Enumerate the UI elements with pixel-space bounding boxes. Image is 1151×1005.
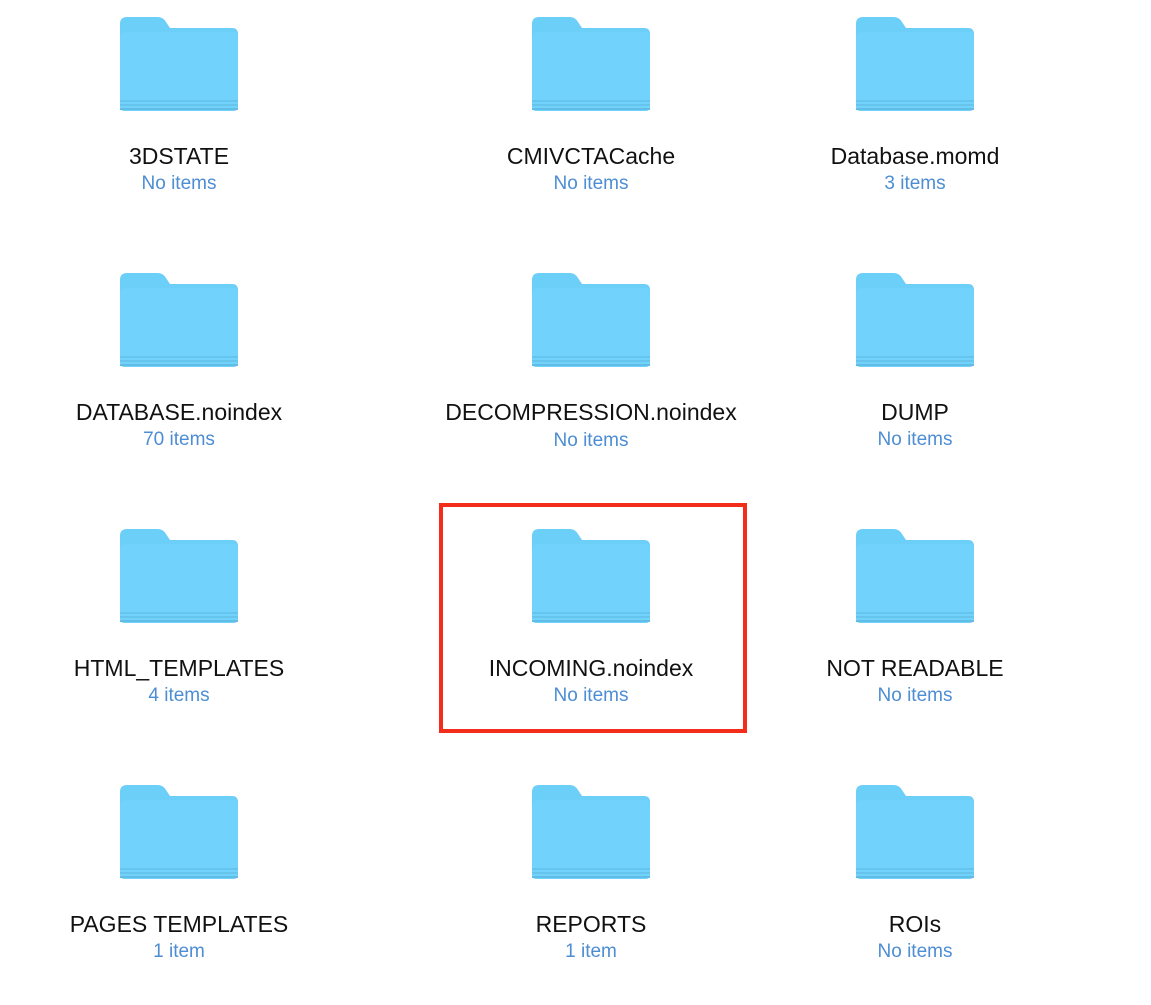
folder-icon — [856, 17, 974, 111]
folder-name: 3DSTATE — [128, 143, 230, 169]
finder-icon-grid: 3DSTATE No items CMIVCTACache No items D… — [0, 0, 1151, 1005]
folder-caption: HTML_TEMPLATES 4 items — [14, 653, 344, 709]
folder-item-dump[interactable]: DUMP No items — [824, 256, 1151, 512]
folder-item-cmivctacache[interactable]: CMIVCTACache No items — [412, 0, 824, 256]
folder-name: Database.momd — [830, 143, 1000, 169]
folder-item-html-templates[interactable]: HTML_TEMPLATES 4 items — [0, 512, 412, 768]
folder-item-count: 3 items — [884, 173, 946, 194]
folder-icon — [856, 785, 974, 879]
folder-icon — [532, 529, 650, 623]
folder-name: ROIs — [888, 911, 942, 937]
folder-name: DECOMPRESSION.noindex — [445, 399, 737, 425]
folder-icon — [532, 273, 650, 367]
folder-item-database-momd[interactable]: Database.momd 3 items — [824, 0, 1151, 256]
folder-item-count: 1 item — [565, 941, 617, 962]
folder-item-decompression-noindex[interactable]: DECOMPRESSION.noindex No items — [412, 256, 824, 512]
folder-item-pages-templates[interactable]: PAGES TEMPLATES 1 item — [0, 768, 412, 1005]
folder-item-count: No items — [877, 941, 953, 962]
folder-item-count: No items — [553, 173, 629, 194]
folder-item-count: 70 items — [143, 429, 215, 450]
folder-icon — [120, 785, 238, 879]
folder-name: DATABASE.noindex — [75, 399, 283, 425]
folder-icon — [856, 529, 974, 623]
folder-item-count: No items — [877, 685, 953, 706]
folder-caption: DUMP No items — [750, 397, 1080, 453]
folder-caption: PAGES TEMPLATES 1 item — [14, 909, 344, 965]
folder-caption: 3DSTATE No items — [14, 141, 344, 197]
folder-item-not-readable[interactable]: NOT READABLE No items — [824, 512, 1151, 768]
folder-caption: CMIVCTACache No items — [426, 141, 756, 197]
folder-name: REPORTS — [535, 911, 647, 937]
folder-icon — [532, 785, 650, 879]
folder-caption: INCOMING.noindex No items — [426, 653, 756, 709]
folder-caption: DECOMPRESSION.noindex No items — [426, 397, 756, 454]
folder-caption: DATABASE.noindex 70 items — [14, 397, 344, 453]
folder-item-count: No items — [877, 429, 953, 450]
folder-icon — [120, 273, 238, 367]
folder-item-3dstate[interactable]: 3DSTATE No items — [0, 0, 412, 256]
folder-icon — [532, 17, 650, 111]
folder-name: PAGES TEMPLATES — [69, 911, 289, 937]
folder-name: DUMP — [881, 399, 949, 425]
folder-name: CMIVCTACache — [506, 143, 676, 169]
folder-caption: Database.momd 3 items — [750, 141, 1080, 197]
folder-icon — [856, 273, 974, 367]
folder-name: HTML_TEMPLATES — [73, 655, 285, 681]
folder-caption: NOT READABLE No items — [750, 653, 1080, 709]
folder-item-database-noindex[interactable]: DATABASE.noindex 70 items — [0, 256, 412, 512]
folder-icon — [120, 17, 238, 111]
folder-item-count: No items — [141, 173, 217, 194]
folder-caption: ROIs No items — [750, 909, 1080, 965]
folder-item-count: No items — [553, 430, 629, 451]
folder-caption: REPORTS 1 item — [426, 909, 756, 965]
folder-name: NOT READABLE — [826, 655, 1004, 681]
folder-item-incoming-noindex[interactable]: INCOMING.noindex No items — [412, 512, 824, 768]
folder-item-rois[interactable]: ROIs No items — [824, 768, 1151, 1005]
folder-name: INCOMING.noindex — [488, 655, 694, 681]
folder-item-count: No items — [553, 685, 629, 706]
folder-item-reports[interactable]: REPORTS 1 item — [412, 768, 824, 1005]
folder-item-count: 1 item — [153, 941, 205, 962]
folder-item-count: 4 items — [148, 685, 210, 706]
folder-icon — [120, 529, 238, 623]
